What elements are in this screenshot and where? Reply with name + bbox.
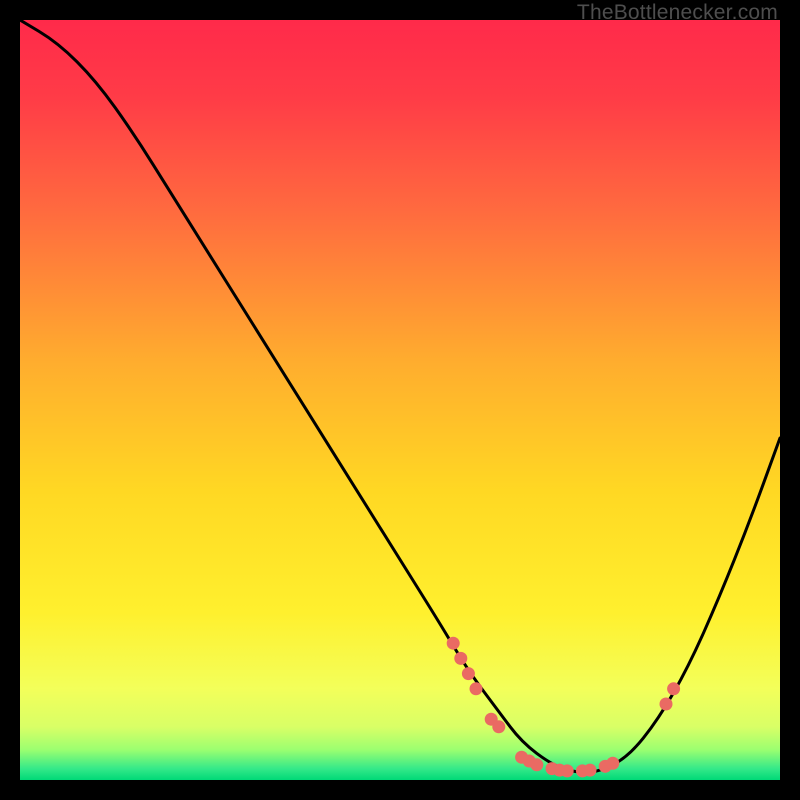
curve-marker	[660, 698, 673, 711]
chart-frame	[20, 20, 780, 780]
curve-marker	[530, 758, 543, 771]
watermark-text: TheBottlenecker.com	[577, 1, 778, 25]
curve-marker	[606, 757, 619, 770]
curve-marker	[667, 682, 680, 695]
curve-marker	[447, 637, 460, 650]
bottleneck-chart	[20, 20, 780, 780]
curve-marker	[470, 682, 483, 695]
curve-marker	[492, 720, 505, 733]
curve-marker	[584, 764, 597, 777]
curve-marker	[454, 652, 467, 665]
curve-marker	[462, 667, 475, 680]
curve-marker	[561, 764, 574, 777]
